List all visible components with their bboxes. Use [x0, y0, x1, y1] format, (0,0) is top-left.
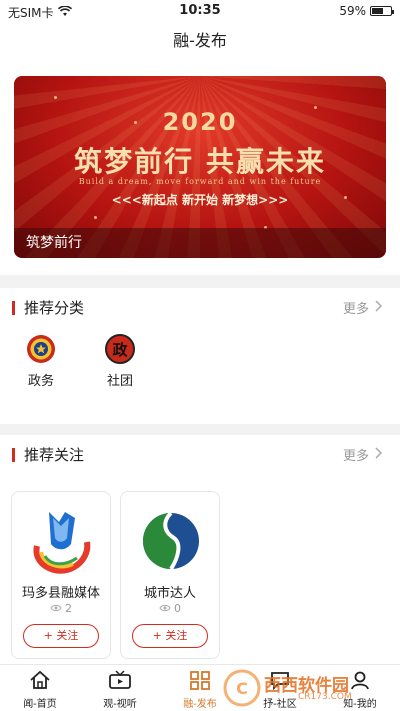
- page-title: 融-发布: [0, 22, 400, 60]
- category-label: 政务: [27, 374, 54, 389]
- status-bar: 无SIM卡 10:35 59%: [0, 0, 400, 22]
- banner-slogan: <<<新起点 新开始 新梦想>>>: [111, 193, 289, 207]
- follow-name: 城市达人: [143, 586, 196, 601]
- eye-icon: [159, 602, 171, 615]
- recommend-follow-card: 推荐关注 更多 玛多县融媒体 2 + 关注 城市达人 0 + 关注: [0, 435, 400, 664]
- svg-text:C: C: [236, 679, 248, 698]
- more-label: 更多: [342, 302, 369, 317]
- view-count-value: 2: [65, 602, 72, 615]
- tab-video[interactable]: 观-视听: [85, 667, 155, 710]
- chevron-right-icon: [375, 299, 383, 316]
- chevron-right-icon: [375, 446, 383, 463]
- banner-section: 2020 筑梦前行 共赢未来 Build a dream, move forwa…: [0, 60, 400, 275]
- zheng-badge-icon: 政: [105, 334, 135, 364]
- tab-label: 闻-首页: [23, 699, 57, 710]
- eye-icon: [50, 602, 62, 615]
- sparkle: [94, 216, 97, 219]
- tab-home[interactable]: 闻-首页: [5, 667, 75, 710]
- banner-caption: 筑梦前行: [26, 235, 82, 251]
- sparkle: [54, 96, 57, 99]
- maduo-media-logo: [25, 504, 99, 578]
- follow-item[interactable]: 玛多县融媒体 2 + 关注: [11, 491, 111, 659]
- follow-button[interactable]: + 关注: [132, 624, 208, 648]
- category-item-society[interactable]: 政 社团: [95, 334, 145, 389]
- city-expert-logo: [134, 504, 208, 578]
- recommend-category-more[interactable]: 更多: [342, 298, 383, 317]
- more-label: 更多: [342, 449, 369, 464]
- battery-percent: 59%: [339, 4, 366, 18]
- category-item-government[interactable]: 政务: [16, 334, 66, 389]
- section-accent-bar: [12, 448, 15, 462]
- follow-button[interactable]: + 关注: [23, 624, 99, 648]
- banner-year: 2020: [162, 108, 238, 136]
- recommend-follow-more[interactable]: 更多: [342, 445, 383, 464]
- banner-subline: Build a dream, move forward and win the …: [78, 177, 322, 186]
- follow-name: 玛多县融媒体: [21, 586, 100, 601]
- watermark-logo: C 西西软件园 CR173.COM: [222, 668, 392, 708]
- police-emblem-icon: [26, 334, 56, 364]
- recommend-category-title: 推荐分类: [24, 299, 85, 317]
- banner-carousel[interactable]: 2020 筑梦前行 共赢未来 Build a dream, move forwa…: [14, 76, 386, 258]
- section-accent-bar: [12, 301, 15, 315]
- recommend-category-card: 推荐分类 更多 政务 政 社团: [0, 288, 400, 424]
- banner-headline: 筑梦前行 共赢未来: [74, 145, 326, 178]
- battery-icon: [370, 6, 394, 16]
- watermark-url: CR173.COM: [298, 692, 352, 702]
- follow-item[interactable]: 城市达人 0 + 关注: [120, 491, 220, 659]
- view-count: 2: [12, 602, 110, 615]
- recommend-category-header: 推荐分类 更多: [0, 288, 400, 328]
- view-count-value: 0: [174, 602, 181, 615]
- tab-label: 观-视听: [103, 699, 137, 710]
- recommend-follow-title: 推荐关注: [24, 446, 85, 464]
- status-right: 59%: [339, 4, 394, 18]
- home-icon: [5, 667, 75, 693]
- view-count: 0: [121, 602, 219, 615]
- video-icon: [85, 667, 155, 693]
- category-label: 社团: [106, 374, 133, 389]
- recommend-follow-header: 推荐关注 更多: [0, 435, 400, 475]
